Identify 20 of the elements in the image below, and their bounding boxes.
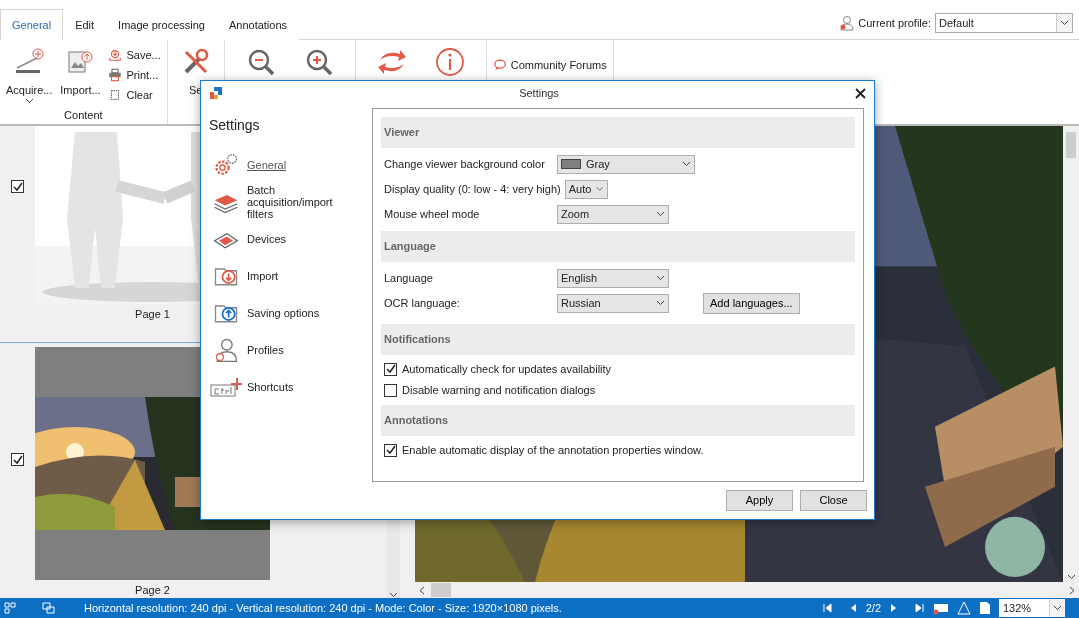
setting-label: OCR language: bbox=[384, 297, 461, 310]
section-header: Annotations bbox=[381, 404, 855, 436]
section-header: Language bbox=[381, 230, 855, 262]
section-header: Notifications bbox=[381, 323, 855, 355]
page-counter: 2/2 bbox=[865, 602, 881, 614]
page-label: Page 2 bbox=[135, 584, 170, 597]
checkbox-label: Disable warning and notification dialogs bbox=[402, 384, 596, 397]
page-label: Page 1 bbox=[135, 308, 170, 320]
settings-heading: Settings bbox=[209, 116, 261, 133]
setting-label: Change viewer background color bbox=[384, 158, 546, 171]
setting-label: Mouse wheel mode bbox=[384, 208, 481, 221]
group-label: Content bbox=[63, 109, 104, 123]
setting-label: Language bbox=[384, 272, 434, 285]
section-header: Viewer bbox=[381, 116, 855, 148]
setting-label: Display quality (0: low - 4: very high) bbox=[384, 183, 562, 196]
checkbox-label: Enable automatic display of the annotation properties window. bbox=[402, 444, 704, 457]
window-title: Settings bbox=[518, 87, 560, 100]
image-info: Horizontal resolution: 240 dpi - Vertical resolution: 240 dpi - Mode: Color - Size: 1920×1080 pixels. bbox=[84, 602, 562, 614]
profile-label: Current profile: bbox=[858, 16, 931, 29]
checkbox-label: Automatically check for updates availability bbox=[402, 363, 612, 376]
